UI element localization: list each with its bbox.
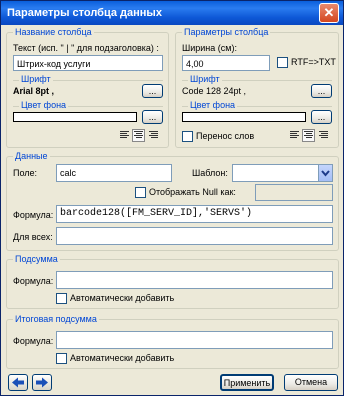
- word-wrap-label: Перенос слов: [196, 131, 255, 141]
- params-bg-color-swatch: [182, 112, 306, 122]
- data-legend: Данные: [13, 151, 50, 162]
- show-null-label: Отображать Null как:: [149, 187, 236, 197]
- align-left-icon[interactable]: [119, 130, 130, 141]
- dropdown-arrow-icon[interactable]: [318, 165, 332, 181]
- column-text-label: Текст (исп. " | " для подзаголовка) :: [13, 43, 159, 53]
- params-align-right-icon[interactable]: [318, 130, 329, 141]
- for-all-label: Для всех:: [13, 232, 53, 242]
- subtotal-legend: Подсумма: [13, 254, 60, 265]
- params-align-left-icon[interactable]: [289, 130, 300, 141]
- total-auto-checkbox[interactable]: [56, 353, 67, 364]
- params-font-button[interactable]: ...: [311, 84, 332, 98]
- formula-input[interactable]: barcode128([FM_SERV_ID],'SERVS'): [56, 205, 333, 223]
- window-title: Параметры столбца данных: [7, 7, 162, 19]
- formula-label: Формула:: [13, 210, 54, 220]
- rtf-checkbox[interactable]: [277, 57, 288, 68]
- params-align-center-icon[interactable]: [302, 129, 315, 142]
- total-auto-label: Автоматически добавить: [70, 353, 175, 363]
- rtf-label: RTF=>TXT: [291, 57, 336, 67]
- column-font-value: Arial 8pt ,: [13, 86, 55, 96]
- align-right-icon[interactable]: [148, 130, 159, 141]
- total-formula-input[interactable]: [56, 331, 333, 349]
- column-params-legend: Параметры столбца: [182, 27, 271, 38]
- for-all-input[interactable]: [56, 227, 333, 245]
- prev-button[interactable]: [8, 374, 28, 391]
- total-formula-label: Формула:: [13, 336, 54, 346]
- template-label: Шаблон:: [192, 168, 228, 178]
- width-input[interactable]: 4,00: [182, 55, 270, 71]
- subtotal-formula-label: Формула:: [13, 276, 54, 286]
- word-wrap-checkbox[interactable]: [182, 131, 193, 142]
- subtotal-formula-input[interactable]: [56, 271, 333, 289]
- title-bar: Параметры столбца данных: [1, 1, 343, 25]
- params-bg-legend: Цвет фона: [188, 100, 238, 111]
- cancel-button[interactable]: Отмена: [284, 374, 338, 391]
- column-bg-legend: Цвет фона: [19, 100, 69, 111]
- show-null-input[interactable]: [255, 184, 333, 201]
- column-name-legend: Название столбца: [13, 27, 94, 38]
- arrow-right-icon: [36, 377, 48, 388]
- params-font-legend: Шрифт: [188, 74, 222, 85]
- params-bg-button[interactable]: ...: [311, 110, 332, 124]
- subtotal-auto-checkbox[interactable]: [56, 293, 67, 304]
- apply-button[interactable]: Применить: [220, 374, 274, 391]
- next-button[interactable]: [32, 374, 52, 391]
- field-label: Поле:: [13, 168, 38, 178]
- column-font-button[interactable]: ...: [142, 84, 163, 98]
- arrow-left-icon: [12, 377, 24, 388]
- column-bg-color-swatch: [13, 112, 137, 122]
- params-font-value: Code 128 24pt ,: [182, 86, 247, 96]
- close-button[interactable]: ✕: [319, 3, 339, 23]
- column-bg-button[interactable]: ...: [142, 110, 163, 124]
- column-text-input[interactable]: Штрих-код услуги: [13, 55, 163, 71]
- dialog-window: Параметры столбца данных ✕ Название стол…: [0, 0, 344, 396]
- field-input[interactable]: calc: [56, 164, 172, 182]
- column-font-legend: Шрифт: [19, 74, 53, 85]
- align-center-icon[interactable]: [132, 129, 145, 142]
- template-select[interactable]: [232, 164, 333, 182]
- total-legend: Итоговая подсумма: [13, 314, 99, 325]
- subtotal-auto-label: Автоматически добавить: [70, 293, 175, 303]
- show-null-checkbox[interactable]: [135, 187, 146, 198]
- close-icon: ✕: [323, 5, 335, 20]
- width-label: Ширина (см):: [182, 43, 237, 53]
